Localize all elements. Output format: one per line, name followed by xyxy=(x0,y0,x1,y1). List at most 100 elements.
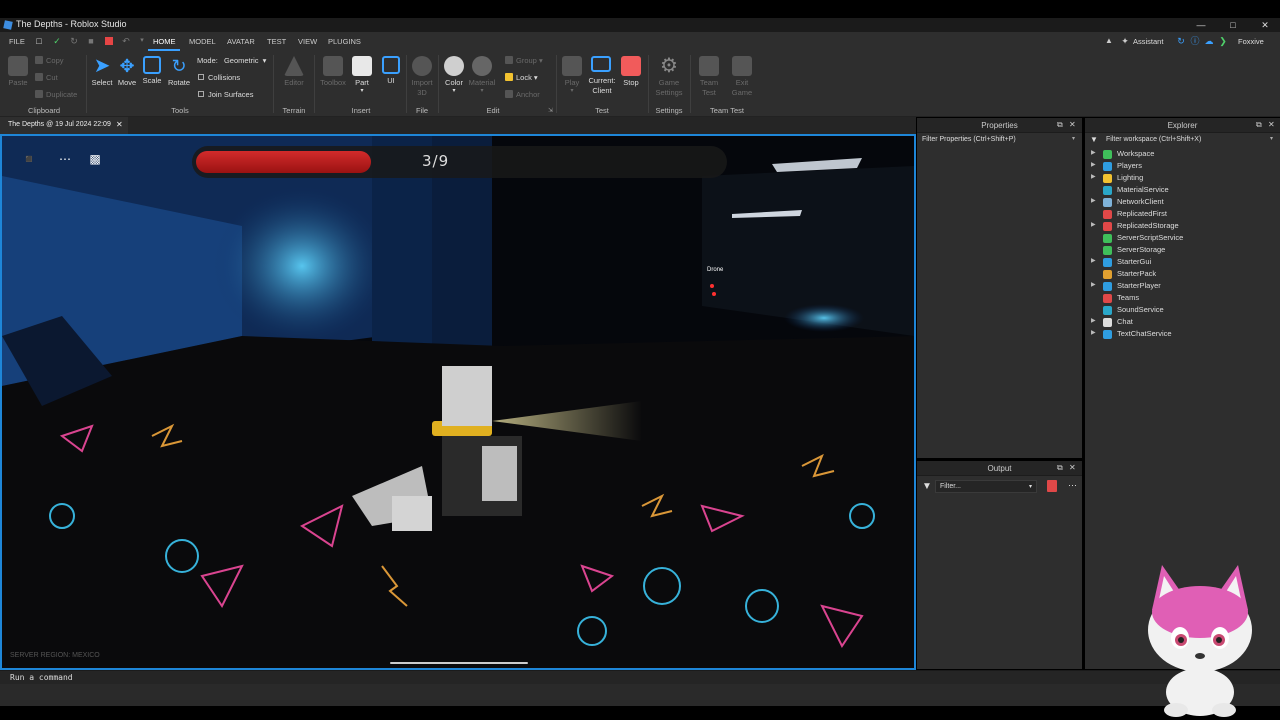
assistant-icon[interactable]: ✦ xyxy=(1120,36,1130,46)
tab-test[interactable]: TEST xyxy=(267,37,286,46)
scale-tool-button[interactable]: Scale xyxy=(140,56,164,85)
share-icon[interactable]: ❯ xyxy=(1218,36,1228,46)
undock-icon[interactable]: ⧉ xyxy=(1057,120,1063,130)
properties-filter[interactable]: Filter Properties (Ctrl+Shift+P) ▾ xyxy=(917,135,1082,149)
more-options-icon[interactable]: ⋯ xyxy=(1068,480,1077,491)
close-icon[interactable]: ✕ xyxy=(1069,120,1076,129)
explorer-item[interactable]: ▶ Workspace xyxy=(1085,148,1280,160)
explorer-item[interactable]: ReplicatedFirst xyxy=(1085,208,1280,220)
group-button[interactable]: Group ▾ xyxy=(505,56,543,65)
team-test-button[interactable]: Team Test xyxy=(696,56,722,98)
cloud-icon[interactable]: ☁ xyxy=(1204,36,1214,46)
cut-button[interactable]: Cut xyxy=(35,73,58,82)
copy-button[interactable]: Copy xyxy=(35,56,64,65)
current-client-button[interactable]: Current: Client xyxy=(585,56,617,96)
minimize-icon[interactable]: — xyxy=(1186,18,1216,32)
lock-button[interactable]: Lock ▾ xyxy=(505,73,538,82)
explorer-item[interactable]: ServerScriptService xyxy=(1085,232,1280,244)
toolbox-button[interactable]: Toolbox xyxy=(318,56,348,87)
close-icon[interactable]: ✕ xyxy=(1069,463,1076,472)
assistant-button[interactable]: Assistant xyxy=(1133,37,1163,46)
expand-arrow-icon[interactable]: ▶ xyxy=(1091,329,1096,336)
explorer-item[interactable]: ▶ StarterPlayer xyxy=(1085,280,1280,292)
filter-icon[interactable]: ▼ xyxy=(922,481,932,492)
maximize-icon[interactable]: □ xyxy=(1218,18,1248,32)
expand-arrow-icon[interactable]: ▶ xyxy=(1091,197,1096,204)
command-bar[interactable]: Run a command xyxy=(0,670,1280,684)
close-icon[interactable]: ✕ xyxy=(1268,120,1275,129)
explorer-item[interactable]: StarterPack xyxy=(1085,268,1280,280)
explorer-item[interactable]: ▶ NetworkClient xyxy=(1085,196,1280,208)
undo-icon[interactable]: ↶ xyxy=(121,36,131,46)
explorer-item[interactable]: ▶ ReplicatedStorage xyxy=(1085,220,1280,232)
trash-icon[interactable] xyxy=(1047,480,1057,492)
undock-icon[interactable]: ⧉ xyxy=(1057,463,1063,473)
paste-button[interactable]: Paste xyxy=(6,56,30,87)
more-options-icon[interactable]: ⋯ xyxy=(54,148,76,170)
stop-quick-icon[interactable] xyxy=(104,36,114,46)
play-button[interactable]: Play ▾ xyxy=(560,56,584,94)
mode-dropdown[interactable]: Mode: Geometric ▾ xyxy=(197,56,266,65)
game-settings-button[interactable]: ⚙ Game Settings xyxy=(653,56,685,98)
chevron-down-icon[interactable]: ▾ xyxy=(1270,135,1273,142)
document-tab[interactable]: The Depths @ 19 Jul 2024 22:09 ✕ xyxy=(0,117,128,134)
undock-icon[interactable]: ⧉ xyxy=(1256,120,1262,130)
expand-arrow-icon[interactable]: ▶ xyxy=(1091,173,1096,180)
tab-view[interactable]: VIEW xyxy=(298,37,317,46)
ui-button[interactable]: UI xyxy=(379,56,403,85)
explorer-item[interactable]: SoundService xyxy=(1085,304,1280,316)
rotate-tool-button[interactable]: ↻ Rotate xyxy=(166,56,192,87)
explorer-item[interactable]: ▶ Players xyxy=(1085,160,1280,172)
color-button[interactable]: Color ▾ xyxy=(442,56,466,94)
chevron-down-icon[interactable]: ▾ xyxy=(1072,135,1075,142)
tab-home[interactable]: HOME xyxy=(153,37,176,46)
duplicate-button[interactable]: Duplicate xyxy=(35,90,77,99)
expand-arrow-icon[interactable]: ▶ xyxy=(1091,317,1096,324)
close-icon[interactable]: ✕ xyxy=(1250,18,1280,32)
collapse-ribbon-icon[interactable]: ▲ xyxy=(1104,36,1114,46)
import-3d-button[interactable]: Import 3D xyxy=(409,56,435,98)
explorer-filter-input[interactable]: Filter workspace (Ctrl+Shift+X) xyxy=(1106,136,1201,143)
material-button[interactable]: Material ▾ xyxy=(467,56,497,94)
explorer-item[interactable]: ▶ StarterGui xyxy=(1085,256,1280,268)
explorer-item[interactable]: ▶ TextChatService xyxy=(1085,328,1280,340)
properties-filter-input[interactable]: Filter Properties (Ctrl+Shift+P) xyxy=(922,136,1016,143)
user-name[interactable]: Foxxive xyxy=(1238,37,1264,46)
explorer-item[interactable]: MaterialService xyxy=(1085,184,1280,196)
exit-game-button[interactable]: Exit Game xyxy=(729,56,755,98)
redo-publish-icon[interactable]: ↻ xyxy=(69,36,79,46)
publish-icon[interactable]: ✓ xyxy=(52,36,62,46)
move-tool-button[interactable]: ✥ Move xyxy=(115,56,139,87)
select-tool-button[interactable]: ➤ Select xyxy=(90,56,114,87)
tab-plugins[interactable]: PLUGINS xyxy=(328,37,361,46)
chat-icon[interactable]: ▩ xyxy=(84,148,106,170)
expand-arrow-icon[interactable]: ▶ xyxy=(1091,221,1096,228)
expand-arrow-icon[interactable]: ▶ xyxy=(1091,149,1096,156)
explorer-item[interactable]: ▶ Chat xyxy=(1085,316,1280,328)
explorer-item[interactable]: ServerStorage xyxy=(1085,244,1280,256)
tab-model[interactable]: MODEL xyxy=(189,37,216,46)
game-viewport[interactable]: ◾ ⋯ ▩ 3/9 Drone SERVER REGION: MEXICO xyxy=(0,134,916,670)
info-icon[interactable]: ⓘ xyxy=(1190,36,1200,46)
expand-group-icon[interactable]: ⇲ xyxy=(548,107,553,114)
roblox-menu-icon[interactable]: ◾ xyxy=(18,148,40,170)
close-tab-icon[interactable]: ✕ xyxy=(116,120,123,129)
join-surfaces-checkbox[interactable]: Join Surfaces xyxy=(198,90,253,99)
collisions-checkbox[interactable]: Collisions xyxy=(198,73,240,82)
expand-arrow-icon[interactable]: ▶ xyxy=(1091,281,1096,288)
explorer-item[interactable]: ▶ Lighting xyxy=(1085,172,1280,184)
expand-arrow-icon[interactable]: ▶ xyxy=(1091,257,1096,264)
quick-access-dropdown-icon[interactable]: ▾ xyxy=(137,36,147,46)
sync-icon[interactable]: ↻ xyxy=(1176,36,1186,46)
terrain-editor-button[interactable]: Editor xyxy=(279,56,309,87)
file-menu[interactable]: FILE xyxy=(9,37,25,46)
anchor-button[interactable]: Anchor xyxy=(505,90,540,99)
stop-button[interactable]: Stop xyxy=(619,56,643,87)
part-button[interactable]: Part ▾ xyxy=(350,56,374,94)
expand-arrow-icon[interactable]: ▶ xyxy=(1091,161,1096,168)
explorer-filter[interactable]: ▼ Filter workspace (Ctrl+Shift+X) ▾ xyxy=(1085,135,1280,149)
command-input[interactable]: Run a command xyxy=(10,673,73,682)
tab-avatar[interactable]: AVATAR xyxy=(227,37,255,46)
output-filter-input[interactable]: Filter... ▾ xyxy=(935,480,1037,493)
explorer-item[interactable]: Teams xyxy=(1085,292,1280,304)
